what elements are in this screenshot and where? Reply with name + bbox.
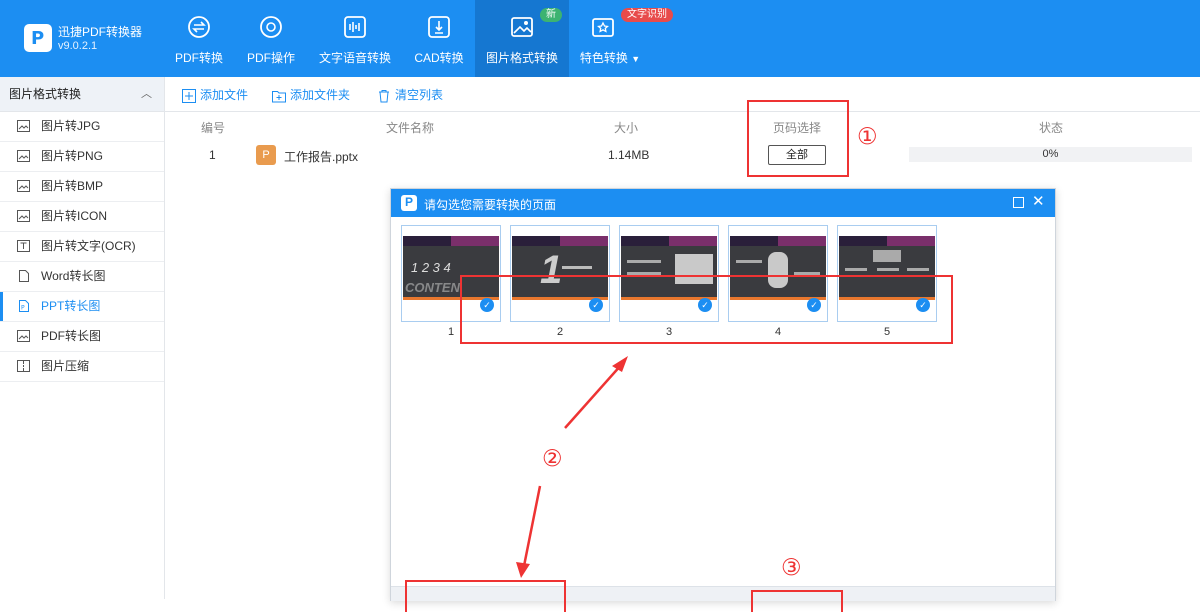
annotation-two: ② bbox=[542, 446, 563, 472]
annotation-three: ③ bbox=[781, 555, 802, 581]
add-folder-icon bbox=[272, 90, 286, 103]
image-file-icon bbox=[17, 210, 30, 222]
sidebar-item-ocr[interactable]: 图片转文字(OCR) bbox=[0, 232, 164, 262]
add-folder-button[interactable]: 添加文件夹 bbox=[272, 86, 350, 103]
nav-label: PDF转换 bbox=[174, 51, 223, 65]
chevron-up-icon: ︿ bbox=[141, 88, 152, 100]
compress-icon bbox=[17, 360, 30, 372]
row-file-size: 1.14MB bbox=[608, 148, 650, 162]
nav-cad-convert[interactable]: CAD转换 bbox=[408, 0, 470, 77]
cad-icon bbox=[428, 16, 450, 38]
dialog-title: 请勾选您需要转换的页面 bbox=[424, 198, 557, 212]
nav-voice-convert[interactable]: 文字语音转换 bbox=[316, 0, 394, 77]
col-header-index: 编号 bbox=[201, 121, 226, 135]
annotation-one: ① bbox=[857, 124, 878, 150]
add-file-button[interactable]: 添加文件 bbox=[182, 86, 248, 103]
document-icon bbox=[19, 270, 29, 282]
text-icon bbox=[17, 240, 30, 252]
app-logo: P bbox=[24, 24, 52, 52]
col-header-status: 状态 bbox=[1039, 121, 1064, 135]
sidebar-item-png[interactable]: 图片转PNG bbox=[0, 142, 164, 172]
trash-icon bbox=[379, 89, 389, 103]
annotation-box-pages bbox=[460, 275, 953, 344]
sidebar-item-word-long[interactable]: Word转长图 bbox=[0, 262, 164, 292]
sidebar-header[interactable]: 图片格式转换 ︿ bbox=[0, 77, 164, 112]
image-file-icon bbox=[17, 330, 30, 342]
image-icon bbox=[511, 17, 533, 37]
annotation-box-footer-right bbox=[751, 590, 843, 612]
maximize-icon[interactable] bbox=[1013, 197, 1024, 208]
col-header-size: 大小 bbox=[614, 121, 639, 135]
svg-text:P: P bbox=[21, 305, 25, 312]
sidebar-item-ppt-long[interactable]: P PPT转长图 bbox=[0, 292, 164, 322]
add-file-icon bbox=[182, 88, 196, 103]
app-version: v9.0.2.1 bbox=[58, 40, 98, 52]
chevron-down-icon: ▼ bbox=[631, 54, 641, 64]
progress-text: 0% bbox=[1042, 148, 1059, 160]
nav-label: 图片格式转换 bbox=[485, 51, 558, 65]
ppt-file-icon: P bbox=[19, 300, 29, 312]
toolbar: 添加文件 添加文件夹 清空列表 bbox=[165, 77, 1200, 112]
dialog-title-bar: P 请勾选您需要转换的页面 ✕ bbox=[391, 189, 1055, 217]
page-select-dialog: P 请勾选您需要转换的页面 ✕ 1 2 3 4 CONTEN ✓ 1 1 ✓ 2… bbox=[390, 188, 1056, 601]
ocr-badge: 文字识别 bbox=[621, 8, 673, 22]
new-badge: 新 bbox=[540, 8, 562, 22]
sidebar-item-jpg[interactable]: 图片转JPG bbox=[0, 112, 164, 142]
close-icon[interactable]: ✕ bbox=[1032, 192, 1045, 210]
special-icon bbox=[592, 18, 614, 37]
app-logo: P bbox=[401, 195, 417, 211]
ppt-file-icon: P bbox=[256, 145, 276, 165]
voice-icon bbox=[344, 16, 366, 38]
nav-label: 特色转换 ▼ bbox=[579, 51, 641, 65]
pdf-operate-icon bbox=[260, 16, 282, 38]
top-bar: P 迅捷PDF转换器 v9.0.2.1 PDF转换 PDF操作 文字语音转换 C… bbox=[0, 0, 1200, 77]
sidebar-item-bmp[interactable]: 图片转BMP bbox=[0, 172, 164, 202]
annotation-box-page-select bbox=[747, 100, 849, 177]
row-index: 1 bbox=[209, 148, 216, 162]
clear-list-button[interactable]: 清空列表 bbox=[377, 86, 443, 103]
nav-pdf-operate[interactable]: PDF操作 bbox=[242, 0, 300, 77]
pdf-convert-icon bbox=[188, 16, 210, 38]
image-file-icon bbox=[17, 120, 30, 132]
sidebar-item-icon[interactable]: 图片转ICON bbox=[0, 202, 164, 232]
nav-label: PDF操作 bbox=[246, 51, 295, 65]
sidebar: 图片格式转换 ︿ 图片转JPG 图片转PNG 图片转BMP 图片转ICON 图片… bbox=[0, 77, 165, 599]
app-name: 迅捷PDF转换器 bbox=[58, 25, 143, 39]
row-file-name: 工作报告.pptx bbox=[284, 150, 359, 164]
nav-label: 文字语音转换 bbox=[318, 51, 391, 65]
nav-label: CAD转换 bbox=[414, 51, 464, 65]
sidebar-item-pdf-long[interactable]: PDF转长图 bbox=[0, 322, 164, 352]
sidebar-item-compress[interactable]: 图片压缩 bbox=[0, 352, 164, 382]
image-file-icon bbox=[17, 150, 30, 162]
nav-pdf-convert[interactable]: PDF转换 bbox=[170, 0, 228, 77]
image-file-icon bbox=[17, 180, 30, 192]
annotation-box-footer-left bbox=[405, 580, 566, 612]
col-header-name: 文件名称 bbox=[386, 121, 435, 135]
